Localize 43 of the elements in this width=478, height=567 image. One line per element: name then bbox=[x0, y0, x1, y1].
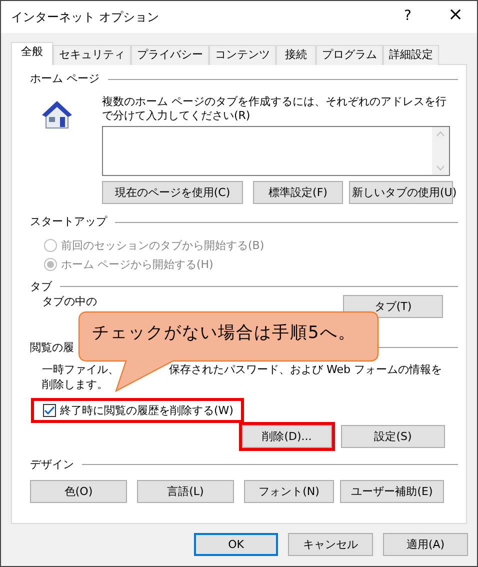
window-title: インターネット オプション bbox=[11, 10, 159, 24]
callout-text: チェックがない場合は手順5へ。 bbox=[92, 323, 356, 344]
button[interactable]: キャンセル bbox=[288, 533, 373, 556]
tab[interactable]: コンテンツ bbox=[209, 45, 276, 65]
description: 一時ファイル、 bbox=[42, 363, 119, 377]
section-heading: タブ bbox=[30, 280, 52, 293]
button[interactable]: ユーザー補助(E) bbox=[340, 480, 444, 503]
scroll-up-icon[interactable] bbox=[436, 131, 445, 137]
tab[interactable]: 全般 bbox=[11, 42, 53, 65]
tab[interactable]: プログラム bbox=[316, 45, 383, 65]
description: 削除します。 bbox=[42, 378, 108, 391]
button[interactable]: OK bbox=[194, 533, 278, 556]
description: タブの中の bbox=[42, 295, 97, 309]
close-button[interactable]: × bbox=[448, 4, 464, 26]
tab[interactable]: セキュリティ bbox=[53, 45, 131, 65]
button[interactable]: 色(O) bbox=[30, 480, 127, 503]
checkbox-label[interactable]: 終了時に閲覧の履歴を削除する(W) bbox=[60, 404, 234, 417]
checkbox[interactable] bbox=[43, 404, 56, 417]
section-heading: 閲覧の履 bbox=[30, 340, 74, 354]
house-icon bbox=[40, 98, 74, 130]
tab[interactable]: プライバシー bbox=[131, 45, 209, 65]
section-heading: スタートアップ bbox=[30, 215, 107, 229]
button[interactable]: タブ(T) bbox=[343, 295, 443, 318]
help-button[interactable]: ? bbox=[404, 8, 412, 25]
checkmark-icon bbox=[44, 406, 55, 415]
description: 複数のホーム ページのタブを作成するには、それぞれのアドレスを行で分けて入力してください(R) bbox=[102, 95, 448, 123]
tab[interactable]: 詳細設定 bbox=[383, 45, 439, 65]
radio-label: ホーム ページから開始する(H) bbox=[61, 258, 214, 272]
button[interactable]: 標準設定(F) bbox=[253, 181, 343, 204]
home-page-field[interactable] bbox=[102, 126, 450, 176]
button[interactable]: 現在のページを使用(C) bbox=[102, 181, 243, 204]
scroll-down-icon[interactable] bbox=[436, 165, 445, 171]
description: 保存されたパスワード、および Web フォームの情報を bbox=[169, 363, 442, 377]
button[interactable]: 削除(D)... bbox=[242, 424, 332, 448]
button[interactable]: 適用(A) bbox=[383, 533, 468, 556]
button[interactable]: フォント(N) bbox=[244, 480, 334, 503]
button[interactable]: 設定(S) bbox=[341, 424, 445, 448]
radio-label: 前回のセッションのタブから開始する(B) bbox=[61, 239, 264, 252]
tab[interactable]: 接続 bbox=[276, 45, 316, 65]
scrollbar[interactable] bbox=[432, 127, 449, 175]
section-heading: ホーム ページ bbox=[30, 72, 100, 86]
button[interactable]: 言語(L) bbox=[137, 480, 234, 503]
section-heading: デザイン bbox=[30, 458, 74, 472]
